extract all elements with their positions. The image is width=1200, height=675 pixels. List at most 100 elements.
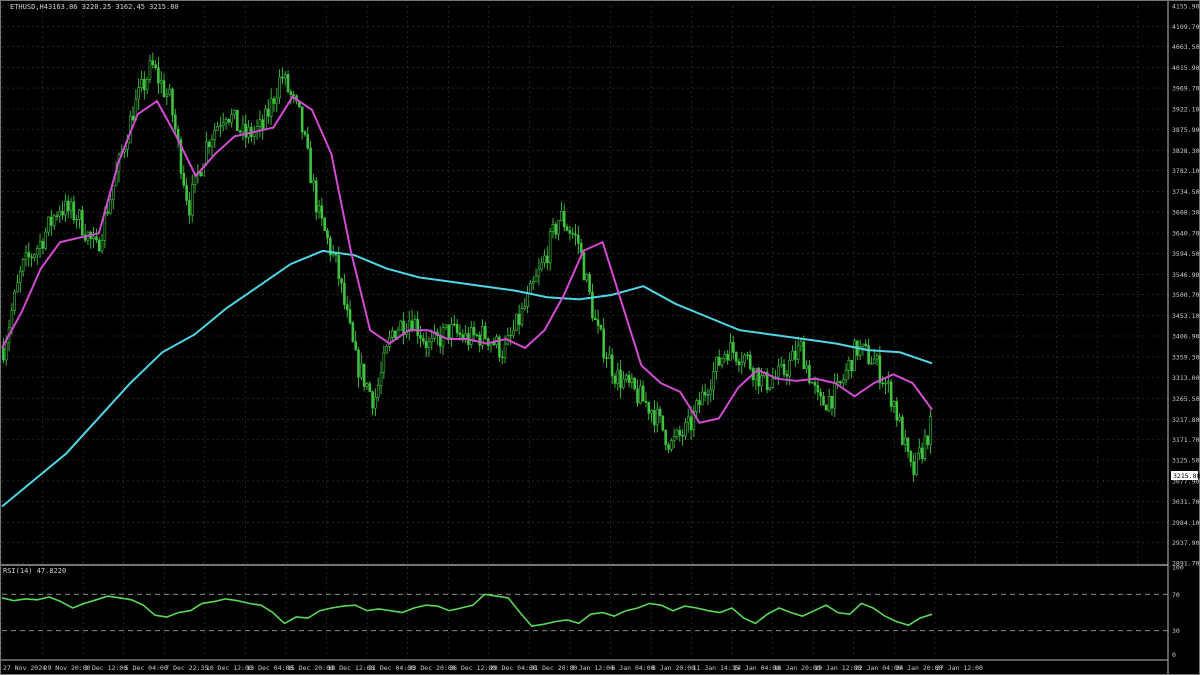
candle-body	[715, 356, 718, 372]
candle-body	[610, 354, 614, 377]
candle-body	[314, 180, 318, 213]
candle-body	[16, 282, 19, 293]
candle-body	[399, 320, 403, 331]
candle-body	[306, 134, 310, 149]
candle-body	[345, 304, 349, 311]
candle-body	[577, 234, 580, 244]
candle-body	[681, 434, 684, 437]
candle-body	[143, 78, 146, 90]
candle-body	[258, 119, 262, 127]
candle-body	[182, 173, 186, 186]
candle-body	[531, 281, 535, 284]
candle-body	[50, 216, 53, 226]
time-tick-label: 6 Jan 04:00	[611, 664, 654, 672]
candle-body	[233, 109, 236, 115]
candle-body	[633, 377, 636, 390]
candle-body	[898, 416, 901, 421]
time-tick-label: 7 Dec 22:35	[165, 664, 208, 672]
candle-body	[340, 278, 343, 284]
candle-body	[833, 382, 837, 409]
candle-body	[529, 282, 532, 294]
candle-body	[38, 241, 42, 249]
ohlc-label: 3163.86 3220.25 3162.45 3215.80	[48, 3, 179, 11]
candle-body	[686, 416, 690, 423]
candle-body	[24, 252, 28, 260]
candle-body	[895, 401, 899, 421]
candle-body	[281, 76, 284, 79]
candle-body	[264, 108, 267, 130]
candle-body	[292, 94, 295, 96]
candle-body	[678, 430, 682, 436]
candle-body	[33, 254, 36, 259]
candle-body	[878, 355, 882, 384]
candle-body	[872, 358, 876, 364]
candle-body	[154, 64, 157, 69]
candle-body	[653, 409, 656, 426]
price-tick-label: 3828.30	[1172, 147, 1199, 155]
time-tick-label: 27 Jan 12:00	[936, 664, 983, 672]
symbol-label: ETHUSD,H4	[10, 3, 48, 11]
chart-grid	[1, 5, 1168, 658]
candle-body	[841, 379, 845, 384]
candle-body	[599, 325, 603, 330]
candle-body	[734, 352, 738, 362]
candle-body	[861, 343, 865, 347]
candle-body	[492, 342, 496, 346]
candle-body	[320, 205, 324, 219]
time-tick-label: 8 Jan 20:00	[652, 664, 695, 672]
candle-body	[732, 342, 735, 353]
price-tick-label: 3313.00	[1172, 374, 1199, 382]
time-tick-label: 3 Jan 12:00	[571, 664, 614, 672]
candle-body	[326, 230, 329, 239]
candle-body	[185, 184, 188, 201]
candle-body	[712, 371, 715, 391]
candle-body	[698, 400, 701, 406]
candle-body	[579, 242, 583, 253]
price-tick-label: 3453.10	[1172, 312, 1199, 320]
candle-body	[75, 219, 78, 221]
candle-body	[887, 381, 890, 384]
candle-body	[21, 259, 25, 272]
candle-body	[112, 185, 115, 200]
price-chart[interactable]: 4155.90 4109.70 4063.50 4015.90 3969.70 3922.…	[0, 0, 1200, 675]
candle-body	[168, 88, 171, 95]
candle-body	[929, 416, 932, 445]
candle-body	[348, 309, 352, 324]
candle-body	[438, 335, 442, 347]
candle-body	[157, 67, 160, 84]
candle-body	[813, 382, 817, 386]
candle-body	[850, 360, 853, 372]
candle-body	[926, 435, 930, 445]
candle-body	[526, 292, 529, 307]
candle-body	[27, 252, 31, 258]
candle-body	[881, 382, 884, 384]
candle-body	[174, 114, 177, 130]
rsi-axis-labels: 100 70 30 0	[1172, 564, 1184, 660]
candle-body	[509, 334, 512, 337]
candle-body	[289, 91, 293, 95]
price-tick-label: 3922.10	[1172, 106, 1199, 114]
candle-body	[109, 199, 112, 214]
candle-body	[413, 319, 417, 331]
rsi-line	[1, 593, 933, 627]
candle-body	[554, 224, 558, 235]
candle-body	[816, 385, 820, 393]
candle-body	[354, 341, 357, 351]
candle-body	[374, 396, 377, 409]
candle-body	[672, 436, 676, 442]
candle-body	[740, 362, 744, 366]
candle-body	[909, 451, 913, 463]
candle-body	[562, 210, 566, 228]
candle-body	[41, 241, 45, 249]
price-tick-label: 3265.50	[1172, 395, 1199, 403]
candle-body	[376, 385, 380, 398]
time-tick-label: 27 Nov 2024	[3, 664, 46, 672]
candle-body	[205, 141, 208, 165]
candle-body	[207, 141, 211, 148]
candle-body	[667, 444, 670, 450]
candle-body	[794, 350, 797, 360]
candle-body	[416, 319, 419, 336]
time-axis-labels: 27 Nov 202429 Nov 20:002 Dec 12:005 Dec …	[3, 664, 983, 672]
candle-body	[512, 329, 515, 336]
candle-body	[644, 400, 648, 403]
